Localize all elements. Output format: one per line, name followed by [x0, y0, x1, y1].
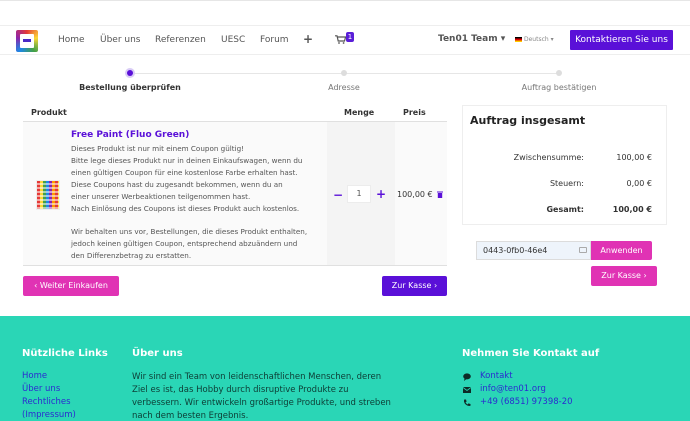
total-value: 100,00 € [612, 205, 652, 214]
order-summary-title: Auftrag insgesamt [470, 114, 586, 127]
product-description-note: Wir behalten uns vor, Bestellungen, die … [71, 227, 308, 261]
col-header-price: Preis [403, 108, 426, 117]
nav-uesc[interactable]: UESC [221, 35, 245, 45]
keyboard-icon [579, 247, 587, 253]
logo-inner [20, 34, 34, 48]
quantity-input[interactable]: 1 [347, 185, 371, 203]
footer-link-imprint[interactable]: (Impressum) [22, 410, 76, 420]
footer-contact-heading: Nehmen Sie Kontakt auf [462, 348, 600, 359]
phone-icon [463, 399, 471, 407]
ten01-logo[interactable] [16, 30, 38, 52]
subtotal-label: Zwischensumme: [513, 153, 584, 162]
continue-shopping-button[interactable]: ‹ Weiter Einkaufen [23, 276, 119, 296]
step-confirm-order: Auftrag bestätigen [521, 83, 597, 92]
language-dropdown[interactable]: Deutsch ▾ [515, 36, 554, 43]
comment-icon [463, 373, 471, 381]
product-price: 100,00 € [397, 190, 433, 199]
step-address: Adresse [328, 83, 360, 92]
trash-icon[interactable] [437, 191, 443, 198]
coupon-input[interactable]: 0443-0fb0-46e4 [476, 241, 591, 260]
tax-value: 0,00 € [626, 179, 652, 188]
checkout-button[interactable]: Zur Kasse › [382, 276, 447, 296]
total-label: Gesamt: [546, 205, 584, 214]
col-header-product: Produkt [31, 108, 67, 117]
contact-us-button[interactable]: Kontaktieren Sie uns [570, 30, 673, 50]
envelope-icon [463, 387, 471, 393]
product-image[interactable] [36, 180, 60, 210]
nav-referenzen[interactable]: Referenzen [155, 35, 206, 45]
apply-coupon-button[interactable]: Anwenden [591, 241, 652, 260]
footer-about-heading: Über uns [132, 348, 183, 359]
nav-home[interactable]: Home [58, 35, 85, 45]
footer-about-text: Wir sind ein Team von leidenschaftlichen… [132, 372, 391, 421]
nav-forum[interactable]: Forum [260, 35, 289, 45]
table-row-divider [23, 265, 447, 266]
col-header-quantity: Menge [344, 108, 375, 117]
footer-phone-link[interactable]: +49 (6851) 97398-20 [480, 397, 573, 407]
footer-contact-link[interactable]: Kontakt [480, 371, 513, 381]
navbar: Home Über uns Referenzen UESC Forum + 1 … [0, 25, 690, 55]
step-dot-address [341, 70, 347, 76]
plus-icon[interactable]: + [303, 32, 313, 46]
quantity-decrease-button[interactable]: − [333, 188, 343, 202]
footer-links-heading: Nützliche Links [22, 348, 108, 359]
step-dot-confirm [556, 70, 562, 76]
language-label: Deutsch ▾ [524, 36, 554, 43]
product-description: Dieses Produkt ist nur mit einem Coupon … [71, 143, 325, 262]
cart-count-badge: 1 [346, 32, 354, 42]
cart-button[interactable]: 1 [335, 32, 359, 48]
subtotal-value: 100,00 € [616, 153, 652, 162]
german-flag-icon [515, 37, 522, 42]
summary-checkout-button[interactable]: Zur Kasse › [591, 266, 657, 286]
team-dropdown[interactable]: Ten01 Team ▾ [438, 34, 505, 44]
footer-email-link[interactable]: info@ten01.org [480, 384, 546, 394]
step-review-order: Bestellung überprüfen [79, 83, 181, 92]
step-dot-review [127, 70, 133, 76]
quantity-increase-button[interactable]: + [376, 187, 386, 201]
product-description-main: Dieses Produkt ist nur mit einem Coupon … [71, 144, 303, 213]
product-title[interactable]: Free Paint (Fluo Green) [71, 130, 189, 140]
tax-label: Steuern: [549, 179, 584, 188]
top-border [0, 0, 690, 1]
nav-ueber-uns[interactable]: Über uns [100, 35, 141, 45]
footer-link-about[interactable]: Über uns [22, 384, 60, 394]
footer-link-legal[interactable]: Rechtliches [22, 397, 71, 407]
footer-link-home[interactable]: Home [22, 371, 47, 381]
cart-icon [335, 35, 346, 44]
